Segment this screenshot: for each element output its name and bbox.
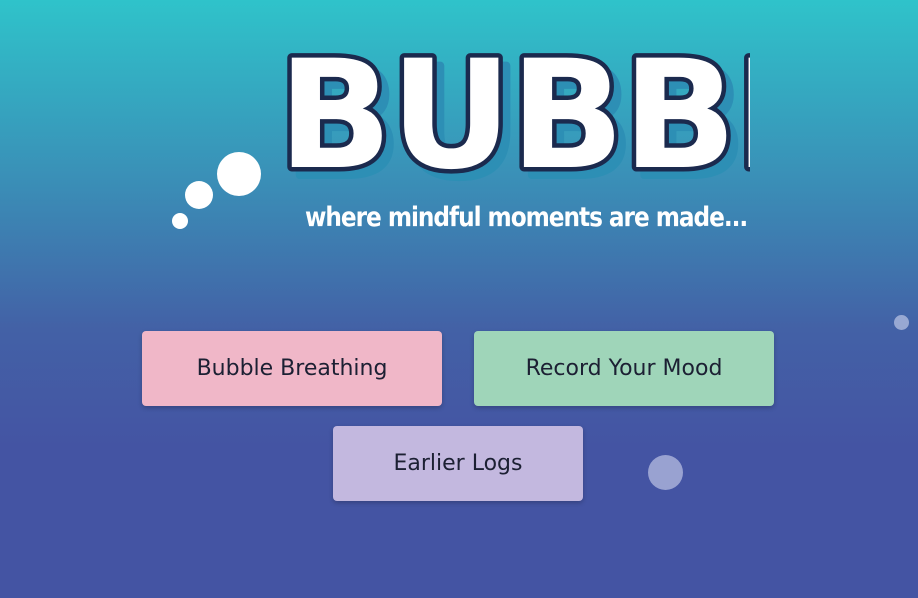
thought-bubble-medium (185, 181, 213, 209)
thought-bubble-large (217, 152, 261, 196)
bubble-logo: BUBBLE BUBBLE BUBBLE (270, 22, 751, 193)
thought-bubble-small (172, 213, 188, 229)
tagline: where mindful moments are made... (305, 202, 748, 233)
record-mood-button[interactable]: Record Your Mood (474, 331, 774, 406)
bubble-breathing-button[interactable]: Bubble Breathing (142, 331, 442, 406)
logo-title: BUBBLE (278, 29, 750, 192)
earlier-logs-button[interactable]: Earlier Logs (333, 426, 583, 501)
floating-bubble (894, 315, 909, 330)
record-mood-label: Record Your Mood (525, 356, 723, 381)
earlier-logs-label: Earlier Logs (393, 451, 523, 476)
floating-bubble (648, 455, 683, 490)
bubble-breathing-label: Bubble Breathing (196, 356, 388, 381)
home-screen: BUBBLE BUBBLE BUBBLE where mindful momen… (0, 0, 918, 598)
